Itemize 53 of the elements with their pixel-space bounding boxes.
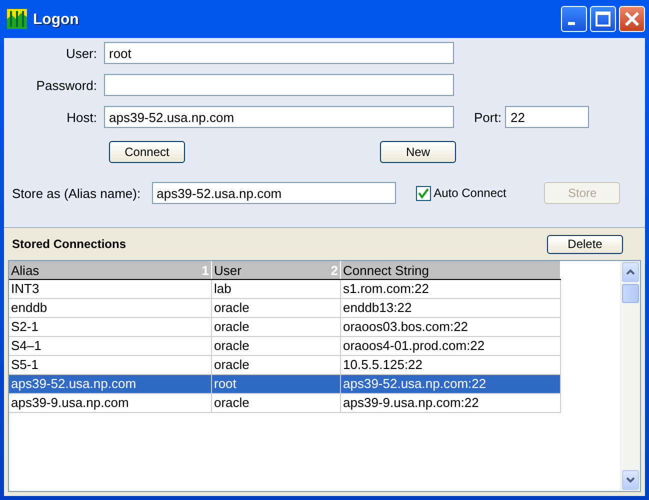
close-button[interactable] <box>619 6 645 32</box>
section-title: Stored Connections <box>12 237 126 251</box>
table-cell: aps39-9.usa.np.com <box>9 394 212 413</box>
table-cell: s1.rom.com:22 <box>341 280 561 299</box>
minimize-icon <box>568 22 575 25</box>
port-field[interactable]: 22 <box>505 106 590 128</box>
table-cell: oracle <box>212 318 341 337</box>
app-icon <box>7 9 27 29</box>
maximize-icon <box>595 11 611 27</box>
table-cell: INT3 <box>9 280 212 299</box>
table-cell: oraoos4-01.prod.com:22 <box>341 337 561 356</box>
auto-connect-checkbox[interactable]: Auto Connect <box>416 186 506 200</box>
table-cell: oracle <box>212 337 341 356</box>
column-header[interactable]: Alias 1 <box>9 261 212 279</box>
alias-label: Store as (Alias name): <box>12 186 141 200</box>
table-cell: oracle <box>212 394 341 413</box>
host-field[interactable]: aps39-52.usa.np.com <box>104 106 454 128</box>
table-cell: aps39-52.usa.np.com <box>9 375 212 394</box>
table-cell: aps39-9.usa.np.com:22 <box>341 394 561 413</box>
table-cell: S2-1 <box>9 318 212 337</box>
table-row[interactable]: INT3 lab s1.rom.com:22 <box>9 280 561 299</box>
table-cell: lab <box>212 280 341 299</box>
table-row[interactable]: S2-1 oracle oraoos03.bos.com:22 <box>9 318 561 337</box>
close-icon <box>624 11 640 27</box>
table-cell: oracle <box>212 299 341 318</box>
user-label: User: <box>64 46 97 60</box>
table-row[interactable]: aps39-9.usa.np.com oracle aps39-9.usa.np.com:22 <box>9 394 561 413</box>
delete-button[interactable]: Delete <box>547 234 623 254</box>
host-label: Host: <box>66 110 97 124</box>
table-row[interactable]: aps39-52.usa.np.com root aps39-52.usa.np.com:22 <box>9 375 561 394</box>
scrollbar[interactable] <box>620 261 640 491</box>
user-field[interactable]: root <box>104 42 454 64</box>
connect-button[interactable]: Connect <box>109 141 185 163</box>
table-row[interactable]: enddb oracle enddb13:22 <box>9 299 561 318</box>
table-cell: enddb13:22 <box>341 299 561 318</box>
table-cell: root <box>212 375 341 394</box>
password-field[interactable] <box>104 74 454 96</box>
column-header[interactable]: Connect String <box>341 261 561 279</box>
checkmark-icon <box>418 188 429 198</box>
window-title: Logon <box>33 10 79 28</box>
table-cell: aps39-52.usa.np.com:22 <box>341 375 561 394</box>
table-row[interactable]: S4–1 oracle oraoos4-01.prod.com:22 <box>9 337 561 356</box>
new-button[interactable]: New <box>380 141 456 163</box>
password-label: Password: <box>35 78 97 92</box>
maximize-button[interactable] <box>590 6 616 32</box>
table-cell: enddb <box>9 299 212 318</box>
table-cell: oraoos03.bos.com:22 <box>341 318 561 337</box>
minimize-button[interactable] <box>561 6 587 32</box>
column-header[interactable]: User 2 <box>212 261 341 279</box>
port-label: Port: <box>474 110 502 124</box>
table-cell: S4–1 <box>9 337 212 356</box>
scrollbar-thumb[interactable] <box>622 284 639 303</box>
alias-field[interactable]: aps39-52.usa.np.com <box>152 182 396 204</box>
